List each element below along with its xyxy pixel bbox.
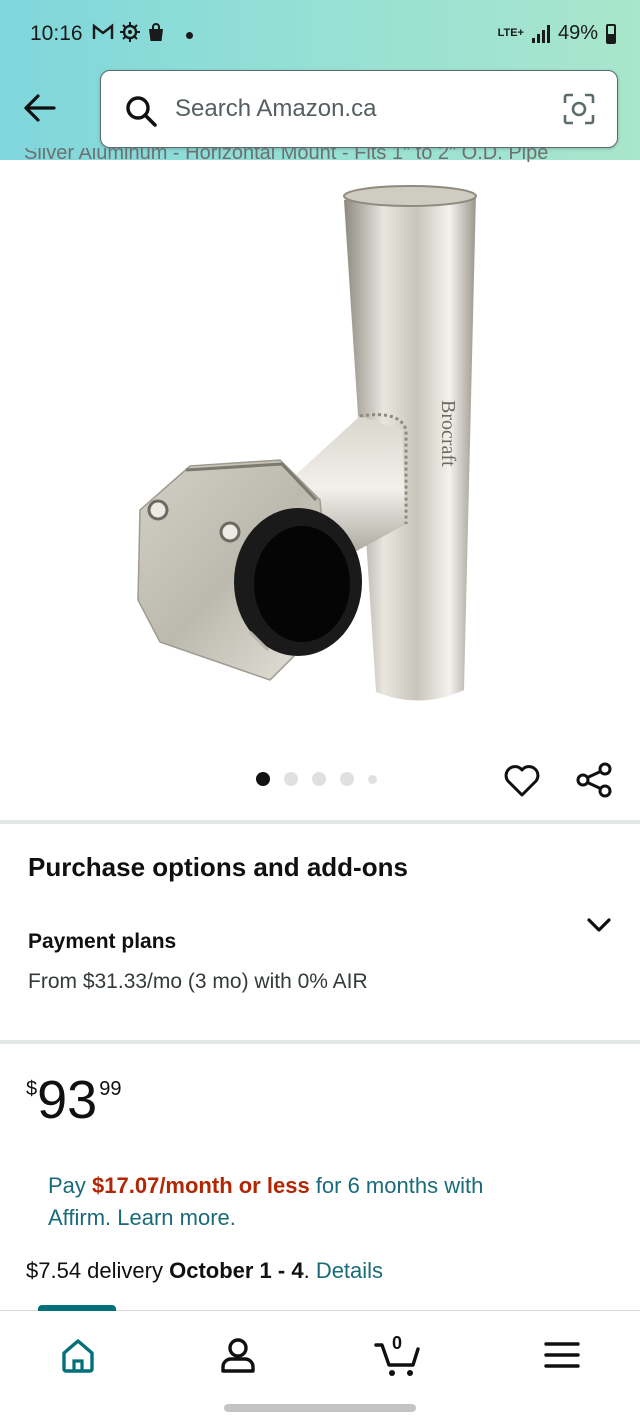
product-price: $ 93 99 — [26, 1072, 121, 1128]
network-type: LTE+ — [497, 27, 524, 39]
affirm-monthly-amount: $17.07/month or less — [92, 1173, 310, 1198]
section-divider — [0, 820, 640, 824]
product-title-partial: Silver Aluminum - Horizontal Mount - Fit… — [24, 148, 549, 162]
affirm-middle: for 6 months with — [309, 1173, 484, 1198]
battery-percent: 49% — [557, 22, 598, 44]
battery-icon — [606, 23, 616, 44]
search-input[interactable]: Search Amazon.ca — [100, 70, 618, 148]
back-button[interactable] — [20, 88, 60, 128]
carousel-dot[interactable] — [340, 772, 354, 786]
price-currency-symbol: $ — [26, 1078, 38, 1100]
hamburger-menu-icon — [544, 1342, 580, 1368]
nav-home-button[interactable] — [54, 1331, 102, 1379]
nav-menu-button[interactable] — [538, 1331, 586, 1379]
gesture-navigation-bar[interactable] — [224, 1404, 416, 1412]
notification-icons — [92, 22, 193, 49]
search-icon — [126, 96, 157, 127]
image-carousel-dots[interactable] — [256, 772, 377, 786]
cart-count-badge: 0 — [392, 1333, 403, 1353]
signal-icon — [531, 24, 550, 43]
camera-search-icon[interactable] — [561, 91, 597, 127]
app-header: 10:16 LTE+ 49% Search Amazon.ca — [0, 0, 640, 160]
nav-cart-button[interactable]: 0 — [374, 1331, 422, 1379]
price-whole: 93 — [37, 1070, 98, 1130]
delivery-dates: October 1 - 4 — [169, 1258, 304, 1283]
account-icon — [221, 1338, 255, 1373]
gmail-icon — [92, 23, 114, 48]
home-icon — [62, 1339, 94, 1373]
shopping-bag-icon — [146, 22, 166, 49]
payment-plans-label[interactable]: Payment plans — [28, 930, 176, 954]
search-placeholder: Search Amazon.ca — [175, 95, 377, 122]
status-bar: 10:16 LTE+ 49% — [0, 0, 640, 70]
heart-icon — [504, 765, 540, 797]
active-tab-indicator — [38, 1305, 116, 1311]
system-status: LTE+ 49% — [498, 22, 616, 45]
payment-plans-detail[interactable]: From $31.33/mo (3 mo) with 0% AIR — [28, 970, 368, 994]
share-icon — [576, 762, 612, 798]
price-fraction: 99 — [99, 1078, 122, 1100]
share-button[interactable] — [574, 760, 614, 800]
delivery-separator: . — [303, 1258, 316, 1283]
delivery-details-link[interactable]: Details — [316, 1258, 383, 1283]
notification-dot-icon — [186, 32, 193, 39]
bottom-navigation: 0 — [0, 1305, 640, 1396]
section-divider — [0, 1040, 640, 1044]
carousel-dot[interactable] — [312, 772, 326, 786]
back-arrow-icon — [24, 94, 56, 122]
status-time: 10:16 — [30, 22, 83, 45]
product-image[interactable]: Brocraft — [120, 180, 520, 720]
carousel-dot[interactable] — [368, 774, 377, 784]
delivery-price: $7.54 delivery — [26, 1258, 170, 1283]
payment-plans-expand-button[interactable] — [582, 908, 616, 942]
affirm-learn-more-link[interactable]: Affirm. Learn more. — [48, 1205, 236, 1230]
affirm-prefix: Pay — [48, 1173, 93, 1198]
carousel-dot[interactable] — [284, 772, 298, 786]
affirm-financing-offer[interactable]: Pay $17.07/month or less for 6 months wi… — [48, 1170, 568, 1234]
carousel-dot-active[interactable] — [256, 772, 270, 786]
add-to-wishlist-button[interactable] — [502, 760, 542, 800]
nav-account-button[interactable] — [214, 1331, 262, 1379]
chevron-down-icon — [587, 918, 611, 932]
delivery-info: $7.54 delivery October 1 - 4. Details — [26, 1258, 383, 1284]
purchase-options-title: Purchase options and add-ons — [28, 852, 408, 882]
settings-icon — [120, 22, 140, 49]
svg-text:Brocraft: Brocraft — [437, 400, 459, 467]
